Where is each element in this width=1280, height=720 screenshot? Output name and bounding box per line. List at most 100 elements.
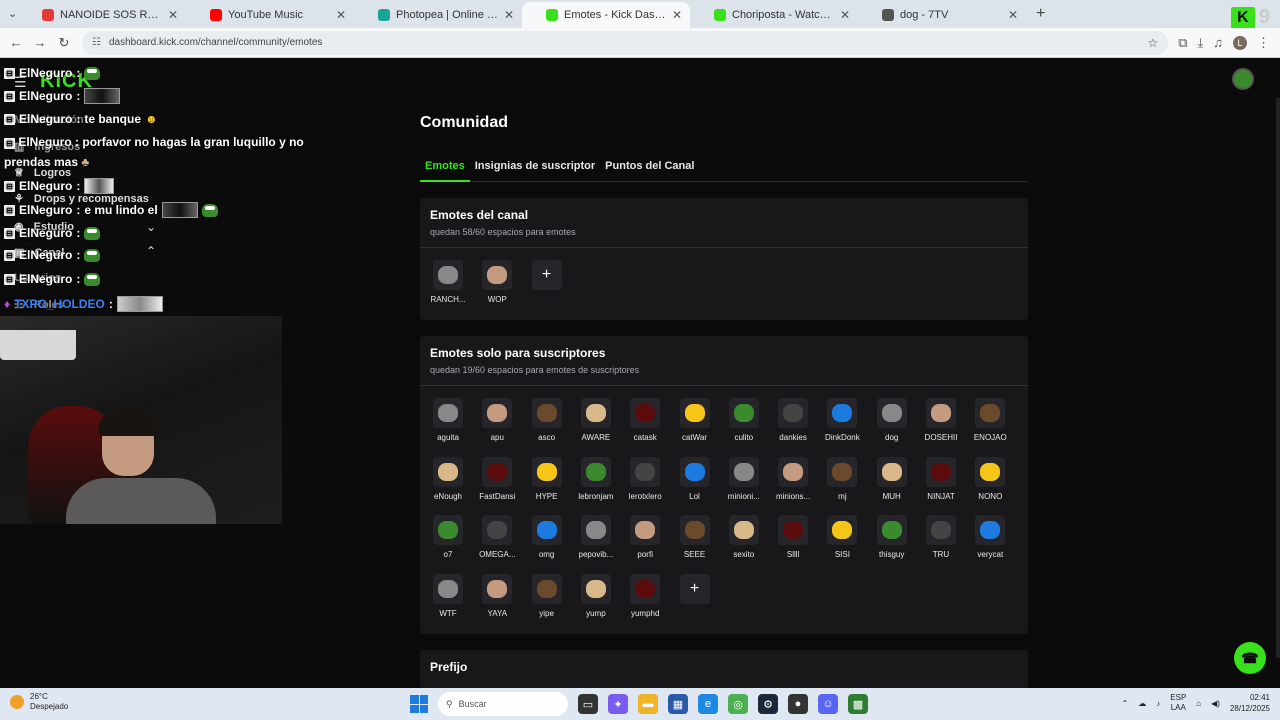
emote-item[interactable]: YAYA <box>475 573 519 618</box>
emote-item[interactable]: pepovib... <box>574 515 618 559</box>
emote-item[interactable]: porfi <box>623 515 667 559</box>
steam-icon[interactable]: ⚙ <box>758 694 778 714</box>
tab-puntos[interactable]: Puntos del Canal <box>600 154 699 182</box>
file-explorer-icon[interactable]: ▬ <box>638 694 658 714</box>
mic-icon[interactable]: ♪ <box>1156 699 1160 708</box>
emote-image-icon <box>876 515 907 545</box>
media-icon[interactable]: ♫ <box>1213 35 1223 50</box>
chevron-up-icon[interactable]: ⌃ <box>1122 699 1129 708</box>
emote-item[interactable]: DinkDonk <box>820 398 864 442</box>
emote-item[interactable]: minioni... <box>722 456 766 501</box>
edge-icon[interactable]: e <box>698 694 718 714</box>
task-view-icon[interactable]: ▭ <box>578 694 598 714</box>
emote-item[interactable]: WOP <box>475 260 519 304</box>
site-info-icon[interactable]: ☷ <box>92 37 101 48</box>
browser-tab[interactable]: NANOIDE SOS RE ARGENTINO ✕ <box>18 2 186 28</box>
emote-item[interactable]: OMEGA... <box>475 515 519 559</box>
emote-item[interactable]: Lol <box>673 456 717 501</box>
add-emote-button[interactable]: + <box>679 573 710 604</box>
reload-icon[interactable]: ↻ <box>52 35 76 51</box>
close-tab-icon[interactable]: ✕ <box>840 8 850 22</box>
emote-item[interactable]: culito <box>722 398 766 442</box>
profile-avatar[interactable]: L <box>1233 35 1247 50</box>
emote-item[interactable]: dog <box>870 398 914 442</box>
emote-item[interactable]: asco <box>525 398 569 442</box>
emote-item[interactable]: RANCH... <box>426 260 470 304</box>
browser-tab[interactable]: YouTube Music ✕ <box>186 2 354 28</box>
emote-item[interactable]: apu <box>475 398 519 442</box>
emote-item[interactable]: catask <box>623 398 667 442</box>
emote-item[interactable]: SISI <box>820 515 864 559</box>
emote-item[interactable]: NINJAT <box>919 456 963 501</box>
forward-icon[interactable]: → <box>28 35 52 50</box>
emote-item[interactable]: FastDansi <box>475 456 519 501</box>
page-scrollbar[interactable] <box>1276 98 1280 658</box>
bookmark-star-icon[interactable]: ☆ <box>1147 36 1158 50</box>
emote-item[interactable]: AWARE <box>574 398 618 442</box>
emote-item[interactable]: WTF <box>426 573 470 618</box>
emote-item[interactable]: Sllll <box>771 515 815 559</box>
tab-search-icon[interactable]: ⌄ <box>8 7 17 20</box>
air-conditioner <box>0 330 76 360</box>
menu-icon[interactable]: ⋮ <box>1257 35 1270 51</box>
tab-emotes[interactable]: Emotes <box>420 154 470 182</box>
emote-item[interactable]: DOSEHII <box>919 398 963 442</box>
emote-item[interactable]: yipe <box>525 573 569 618</box>
close-tab-icon[interactable]: ✕ <box>1008 8 1018 22</box>
extensions-icon[interactable]: ⧉ <box>1178 35 1187 51</box>
minecraft-icon[interactable]: ▩ <box>848 694 868 714</box>
emote-item[interactable]: mj <box>820 456 864 501</box>
close-tab-icon[interactable]: ✕ <box>672 8 682 22</box>
clock[interactable]: 02:41 28/12/2025 <box>1230 692 1270 714</box>
emote-item[interactable]: o7 <box>426 515 470 559</box>
tab-insignias[interactable]: Insignias de suscriptor <box>470 154 600 182</box>
emote-item[interactable]: catWar <box>673 398 717 442</box>
volume-icon[interactable]: ◀) <box>1211 699 1220 708</box>
address-bar[interactable]: ☷ dashboard.kick.com/channel/community/e… <box>82 30 1169 55</box>
back-icon[interactable]: ← <box>4 35 28 50</box>
emote-item[interactable]: verycat <box>968 515 1012 559</box>
card-title: Prefijo <box>430 660 468 674</box>
store-icon[interactable]: ▦ <box>668 694 688 714</box>
emote-item[interactable]: NONO <box>968 456 1012 501</box>
language-indicator[interactable]: ESP LAA <box>1170 693 1186 713</box>
cloud-icon[interactable]: ☁ <box>1138 699 1146 708</box>
emote-item[interactable]: thisguy <box>870 515 914 559</box>
emote-item[interactable]: omg <box>525 515 569 559</box>
close-tab-icon[interactable]: ✕ <box>168 8 178 22</box>
download-icon[interactable]: ⤓ <box>1198 35 1204 51</box>
obs-icon[interactable]: ● <box>788 694 808 714</box>
emote-item[interactable]: HYPE <box>525 456 569 501</box>
network-icon[interactable]: ⌂ <box>1196 699 1201 708</box>
emote-item[interactable]: lerotxlero <box>623 456 667 501</box>
chrome-icon[interactable]: ◎ <box>728 694 748 714</box>
weather-widget[interactable]: 26°C Despejado <box>10 692 68 712</box>
close-tab-icon[interactable]: ✕ <box>336 8 346 22</box>
browser-tab[interactable]: dog - 7TV ✕ <box>858 2 1026 28</box>
discord-icon[interactable]: ☺ <box>818 694 838 714</box>
emote-item[interactable]: sexito <box>722 515 766 559</box>
emote-item[interactable]: dankies <box>771 398 815 442</box>
close-tab-icon[interactable]: ✕ <box>504 8 514 22</box>
emote-item[interactable]: lebronjam <box>574 456 618 501</box>
emote-item[interactable]: minions... <box>771 456 815 501</box>
emote-item[interactable]: yumphd <box>623 573 667 618</box>
browser-tab[interactable]: Choriposta - Watch the VOD o ✕ <box>690 2 858 28</box>
new-tab-button[interactable]: + <box>1026 5 1055 23</box>
windows-start-icon[interactable] <box>410 695 428 713</box>
emote-item[interactable]: aguita <box>426 398 470 442</box>
emote-item[interactable]: eNough <box>426 456 470 501</box>
chat-separator: : <box>75 135 80 149</box>
add-emote-button[interactable]: + <box>531 260 562 290</box>
emote-item[interactable]: SEEE <box>673 515 717 559</box>
emote-item[interactable]: MUH <box>870 456 914 501</box>
user-avatar[interactable] <box>1232 68 1254 90</box>
emote-item[interactable]: TRU <box>919 515 963 559</box>
copilot-icon[interactable]: ✦ <box>608 694 628 714</box>
browser-tab[interactable]: Emotes - Kick Dashboard ✕ <box>522 2 690 28</box>
help-chat-button[interactable]: ☎ <box>1234 642 1266 674</box>
taskbar-search[interactable]: ⚲ Buscar <box>438 692 568 716</box>
browser-tab[interactable]: Photopea | Online Photo Editor ✕ <box>354 2 522 28</box>
emote-item[interactable]: ENOJAO <box>968 398 1012 442</box>
emote-item[interactable]: yump <box>574 573 618 618</box>
